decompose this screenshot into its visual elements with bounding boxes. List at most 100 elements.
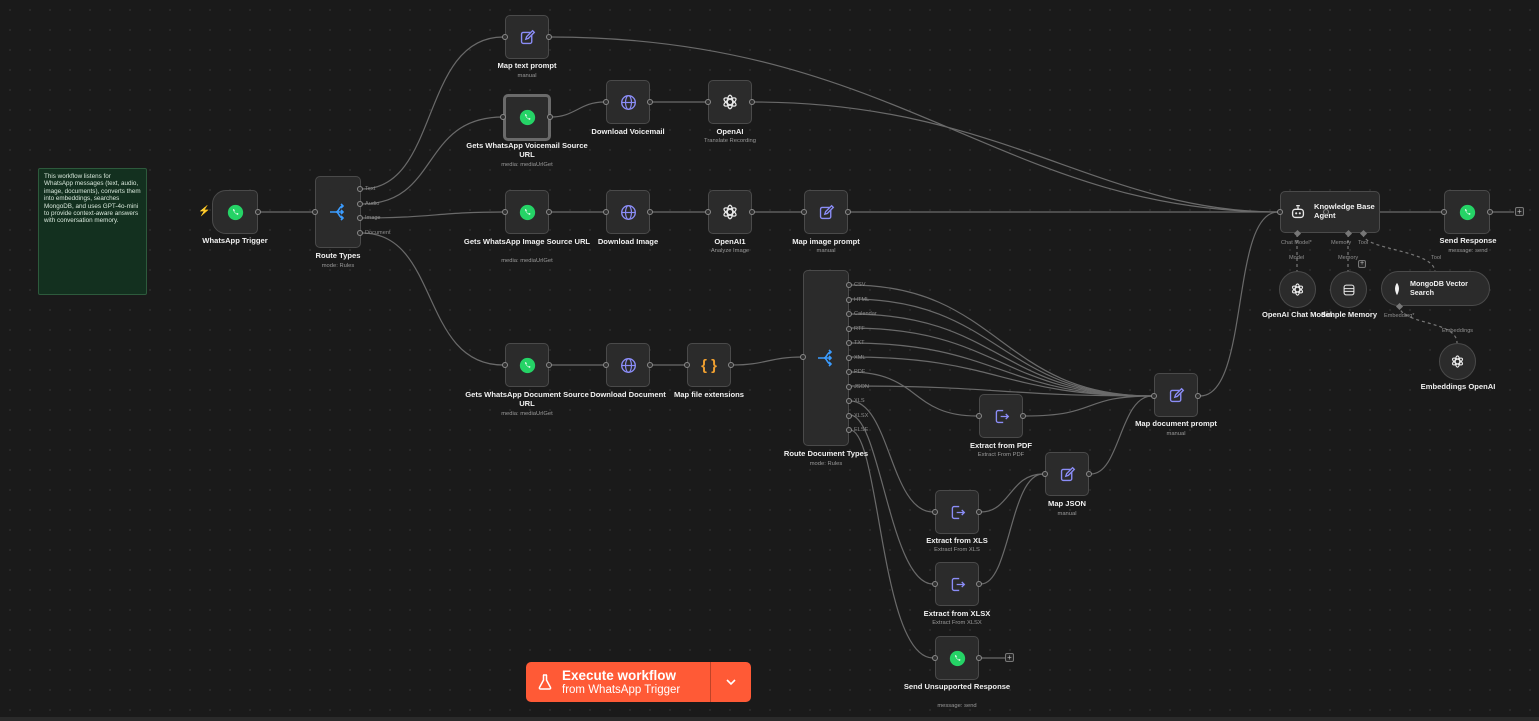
- download-image-output[interactable]: [647, 209, 653, 215]
- node-download-document[interactable]: [606, 343, 650, 387]
- extract-xlsx-output[interactable]: [976, 581, 982, 587]
- node-send-unsupported[interactable]: [935, 636, 979, 680]
- route-doc-out-port[interactable]: [846, 296, 852, 303]
- map-file-ext-input[interactable]: [684, 362, 690, 368]
- map-text-prompt-label: Map text prompt: [497, 61, 557, 70]
- route-doc-out-port[interactable]: [846, 354, 852, 361]
- node-map-json[interactable]: [1045, 452, 1089, 496]
- route-doc-out-port[interactable]: [846, 282, 852, 288]
- route-doc-input[interactable]: [800, 354, 806, 360]
- map-text-output-port[interactable]: [546, 34, 552, 40]
- add-memory-button[interactable]: +: [1358, 260, 1366, 268]
- sticky-note[interactable]: This workflow listens for WhatsApp messa…: [38, 168, 147, 295]
- node-knowledge-base-agent[interactable]: Knowledge Base Agent: [1280, 191, 1380, 233]
- route-doc-out-port[interactable]: [846, 311, 852, 317]
- map-text-input-port[interactable]: [502, 34, 508, 40]
- route-out-label: Audio: [365, 201, 380, 207]
- kb-agent-input[interactable]: [1277, 209, 1283, 215]
- gets-document-input[interactable]: [502, 362, 508, 368]
- node-gets-voicemail-url[interactable]: [503, 94, 551, 141]
- openai-output[interactable]: [749, 99, 755, 105]
- extract-xls-output[interactable]: [976, 509, 982, 515]
- edit-icon: [1169, 387, 1184, 402]
- execute-dropdown[interactable]: [711, 662, 751, 702]
- openai1-input[interactable]: [705, 209, 711, 215]
- node-whatsapp-trigger[interactable]: [212, 190, 258, 234]
- trigger-output-port[interactable]: [255, 209, 261, 215]
- send-response-input[interactable]: [1441, 209, 1447, 215]
- route-doc-out-port[interactable]: [846, 340, 852, 346]
- route-doc-out-port[interactable]: [846, 427, 852, 433]
- node-download-image[interactable]: [606, 190, 650, 234]
- openai1-output[interactable]: [749, 209, 755, 215]
- node-openai[interactable]: [708, 80, 752, 124]
- route-types-out-text[interactable]: [357, 186, 363, 192]
- route-doc-out-port[interactable]: [846, 383, 852, 390]
- send-unsupported-output[interactable]: [976, 655, 982, 661]
- download-voicemail-output[interactable]: [647, 99, 653, 105]
- file-export-icon: [951, 505, 965, 519]
- route-doc-out-port[interactable]: [846, 412, 852, 419]
- node-gets-document-url[interactable]: [505, 343, 549, 387]
- whatsapp-icon: [519, 109, 535, 126]
- node-embeddings-openai[interactable]: [1439, 343, 1476, 380]
- node-send-response[interactable]: [1444, 190, 1490, 234]
- voicemail-input-port[interactable]: [500, 114, 506, 120]
- map-json-output[interactable]: [1086, 471, 1092, 477]
- route-types-out-audio[interactable]: [357, 201, 363, 207]
- add-node-button[interactable]: +: [1005, 653, 1014, 662]
- download-voicemail-input[interactable]: [603, 99, 609, 105]
- execute-main[interactable]: Execute workflow from WhatsApp Trigger: [526, 662, 711, 702]
- route-types-out-image[interactable]: [357, 215, 363, 221]
- add-node-button[interactable]: +: [1515, 207, 1524, 216]
- route-doc-out-port[interactable]: [846, 325, 852, 332]
- map-doc-output[interactable]: [1195, 393, 1201, 399]
- route-types-input-port[interactable]: [312, 209, 318, 215]
- workflow-canvas[interactable]: ⚡ This workflow listens for WhatsApp mes…: [0, 0, 1539, 721]
- node-map-file-extensions[interactable]: { }: [687, 343, 731, 387]
- map-image-output[interactable]: [845, 209, 851, 215]
- node-map-image-prompt[interactable]: [804, 190, 848, 234]
- download-document-input[interactable]: [603, 362, 609, 368]
- map-json-input[interactable]: [1042, 471, 1048, 477]
- map-image-input[interactable]: [801, 209, 807, 215]
- send-unsupported-input[interactable]: [932, 655, 938, 661]
- route-doc-out-port[interactable]: [846, 398, 852, 404]
- voicemail-output-port[interactable]: [547, 114, 553, 120]
- node-route-document-types[interactable]: [803, 270, 849, 446]
- node-gets-image-url[interactable]: [505, 190, 549, 234]
- mongodb-label: MongoDB Vector Search: [1410, 278, 1468, 297]
- node-route-types[interactable]: [315, 176, 361, 248]
- map-file-ext-output[interactable]: [728, 362, 734, 368]
- openai-label: OpenAI: [716, 127, 744, 136]
- node-extract-xls[interactable]: [935, 490, 979, 534]
- extract-xlsx-input[interactable]: [932, 581, 938, 587]
- route-doc-out-port[interactable]: [846, 369, 852, 375]
- send-response-label: Send Response: [1439, 236, 1497, 245]
- gets-image-input[interactable]: [502, 209, 508, 215]
- node-map-text-prompt[interactable]: [505, 15, 549, 59]
- gets-document-output[interactable]: [546, 362, 552, 368]
- edge-label-model: Model: [1289, 255, 1305, 261]
- node-mongodb-vector-search[interactable]: MongoDB Vector Search: [1381, 271, 1490, 306]
- extract-pdf-output[interactable]: [1020, 413, 1026, 419]
- extract-xls-input[interactable]: [932, 509, 938, 515]
- extract-pdf-input[interactable]: [976, 413, 982, 419]
- node-simple-memory[interactable]: [1330, 271, 1367, 308]
- node-extract-pdf[interactable]: [979, 394, 1023, 438]
- openai-input[interactable]: [705, 99, 711, 105]
- gets-image-output[interactable]: [546, 209, 552, 215]
- gets-image-sub: media: mediaUrlGet: [501, 258, 553, 264]
- node-map-document-prompt[interactable]: [1154, 373, 1198, 417]
- node-openai1[interactable]: [708, 190, 752, 234]
- download-document-output[interactable]: [647, 362, 653, 368]
- execute-workflow-button[interactable]: Execute workflow from WhatsApp Trigger: [526, 662, 751, 702]
- send-response-output[interactable]: [1487, 209, 1493, 215]
- download-image-input[interactable]: [603, 209, 609, 215]
- kb-agent-output[interactable]: [1323, 209, 1329, 215]
- node-extract-xlsx[interactable]: [935, 562, 979, 606]
- node-openai-chat-model[interactable]: [1279, 271, 1316, 308]
- route-types-out-document[interactable]: [357, 230, 363, 236]
- node-download-voicemail[interactable]: [606, 80, 650, 124]
- map-doc-input[interactable]: [1151, 393, 1157, 399]
